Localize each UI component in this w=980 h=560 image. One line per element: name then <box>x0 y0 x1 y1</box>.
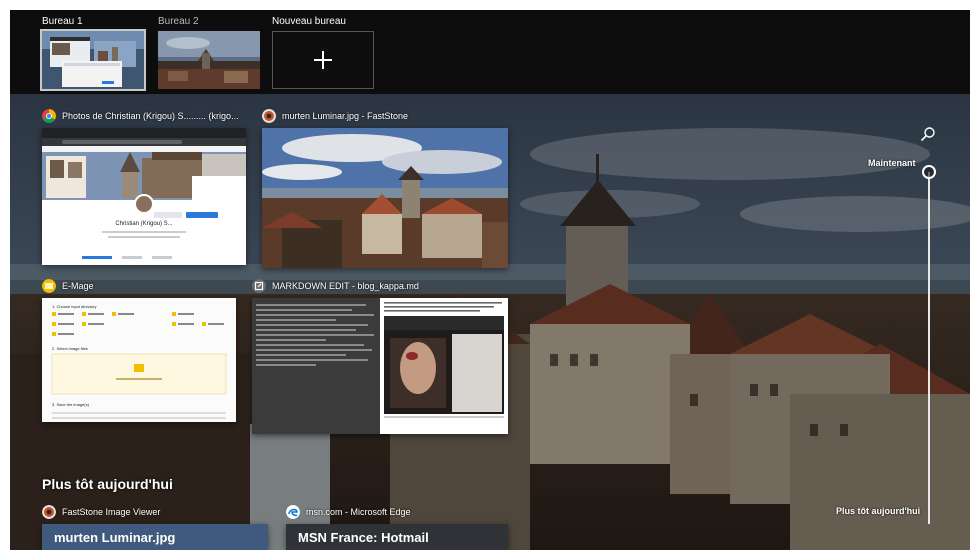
timeline-earlier-label: Plus tôt aujourd'hui <box>836 506 921 516</box>
window-chrome-header: Photos de Christian (Krigou) S......... … <box>42 108 239 124</box>
desktop-1-label: Bureau 1 <box>42 16 83 27</box>
earlier-edge-preview[interactable]: MSN France: Hotmail <box>286 524 508 550</box>
window-faststone[interactable]: murten Luminar.jpg - FastStone <box>262 108 510 279</box>
window-emage-title: E-Mage <box>62 281 94 291</box>
timeline-handle[interactable] <box>922 165 936 179</box>
task-view: Bureau 1 Bureau 2 Nouveau bureau Photos … <box>10 10 970 550</box>
markdown-edit-icon <box>252 279 266 293</box>
earlier-faststone-header: FastStone Image Viewer <box>42 504 160 520</box>
desktops-strip: Bureau 1 Bureau 2 Nouveau bureau <box>10 10 970 94</box>
window-emage[interactable]: E-Mage 1. Choose input directory 2. Sele… <box>42 278 248 434</box>
search-icon[interactable] <box>920 126 936 142</box>
earlier-faststone-preview-text: murten Luminar.jpg <box>54 530 176 545</box>
window-faststone-header: murten Luminar.jpg - FastStone <box>262 108 408 124</box>
chrome-profile-name: Christian (Krigou) S... <box>115 221 173 227</box>
emage-step-1: 1. Choose input directory <box>52 304 96 309</box>
emage-step-3: 3. Save the image(s) <box>52 402 90 407</box>
emage-step-2: 2. Select image files <box>52 346 88 351</box>
plus-icon <box>314 51 332 69</box>
emage-icon <box>42 279 56 293</box>
faststone-icon <box>42 505 56 519</box>
window-faststone-preview[interactable] <box>262 128 508 268</box>
window-chrome-title: Photos de Christian (Krigou) S......... … <box>62 111 239 121</box>
timeline-track[interactable] <box>928 172 930 524</box>
earlier-faststone-title: FastStone Image Viewer <box>62 507 161 517</box>
earlier-edge-title: msn.com - Microsoft Edge <box>306 507 411 517</box>
earlier-faststone-preview[interactable]: murten Luminar.jpg <box>42 524 268 550</box>
earlier-today-heading: Plus tôt aujourd'hui <box>42 476 173 492</box>
desktop-2-label: Bureau 2 <box>158 16 199 27</box>
window-markdown-header: MARKDOWN EDIT - blog_kappa.md <box>252 278 419 294</box>
desktop-2-thumbnail[interactable] <box>158 31 260 89</box>
window-faststone-title: murten Luminar.jpg - FastStone <box>282 111 409 121</box>
timeline-now-label: Maintenant <box>868 158 916 168</box>
edge-icon <box>286 505 300 519</box>
window-markdown-title: MARKDOWN EDIT - blog_kappa.md <box>272 281 419 291</box>
window-markdown-edit[interactable]: MARKDOWN EDIT - blog_kappa.md <box>252 278 510 450</box>
earlier-edge-preview-text: MSN France: Hotmail <box>298 530 429 545</box>
earlier-window-faststone[interactable]: FastStone Image Viewer murten Luminar.jp… <box>42 504 268 550</box>
earlier-window-edge[interactable]: msn.com - Microsoft Edge MSN France: Hot… <box>286 504 508 550</box>
window-markdown-preview[interactable] <box>252 298 508 434</box>
window-emage-header: E-Mage <box>42 278 94 294</box>
window-emage-preview[interactable]: 1. Choose input directory 2. Select imag… <box>42 298 236 422</box>
window-chrome-preview[interactable]: Christian (Krigou) S... <box>42 128 246 265</box>
new-desktop-label: Nouveau bureau <box>272 16 346 27</box>
window-chrome[interactable]: Photos de Christian (Krigou) S......... … <box>42 108 248 265</box>
faststone-icon <box>262 109 276 123</box>
new-desktop-button[interactable] <box>272 31 374 89</box>
chrome-icon <box>42 109 56 123</box>
earlier-edge-header: msn.com - Microsoft Edge <box>286 504 411 520</box>
desktop-1-thumbnail[interactable] <box>40 29 146 91</box>
